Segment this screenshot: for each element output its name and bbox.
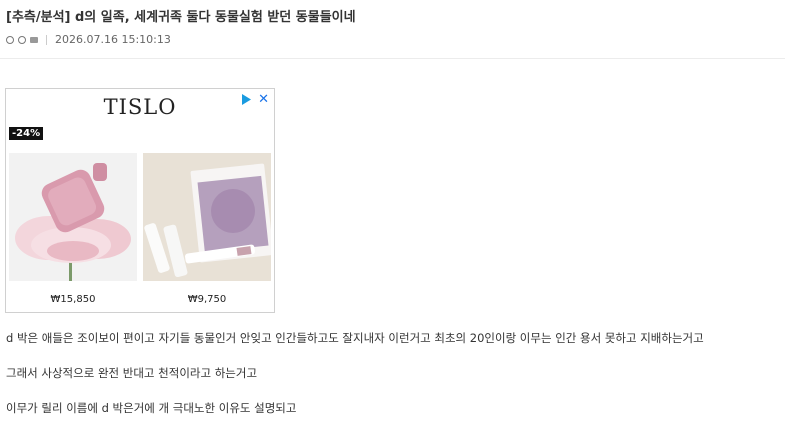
ad-choices-icon[interactable]: [241, 94, 252, 105]
image-icon: [30, 36, 38, 43]
circle-icon: [6, 35, 14, 44]
discount-badge: -24%: [9, 127, 44, 140]
close-icon[interactable]: ✕: [258, 92, 269, 107]
post-paragraph: 그래서 사상적으로 완전 반대고 천적이라고 하는거고: [6, 366, 258, 380]
meta-separator: [46, 34, 47, 45]
post-meta: 2026.07.16 15:10:13: [6, 33, 171, 46]
ad-banner[interactable]: TISLO ✕ -24% ₩15,850 ₩9,750: [5, 88, 275, 313]
circle-icon: [18, 35, 26, 44]
post-title: [추측/분석] d의 일족, 세계귀족 둘다 동물실험 받던 동물들이네: [6, 10, 356, 25]
peony-cushion-illustration: [9, 153, 137, 281]
product-image-1[interactable]: [9, 153, 137, 281]
post-paragraph: 이무가 릴리 이름에 d 박은거에 개 극대노한 이유도 설명되고: [6, 401, 297, 415]
post-datetime: 2026.07.16 15:10:13: [55, 33, 171, 46]
post-paragraph: d 박은 애들은 조이보이 편이고 자기들 동물인거 안잊고 인간들하고도 잘지…: [6, 331, 704, 345]
ad-brand-logo[interactable]: TISLO: [6, 95, 274, 119]
header-divider: [0, 58, 785, 59]
product-image-2[interactable]: [143, 153, 271, 281]
product-price[interactable]: ₩15,850: [9, 294, 137, 305]
cream-set-illustration: [143, 153, 271, 281]
product-price[interactable]: ₩9,750: [143, 294, 271, 305]
